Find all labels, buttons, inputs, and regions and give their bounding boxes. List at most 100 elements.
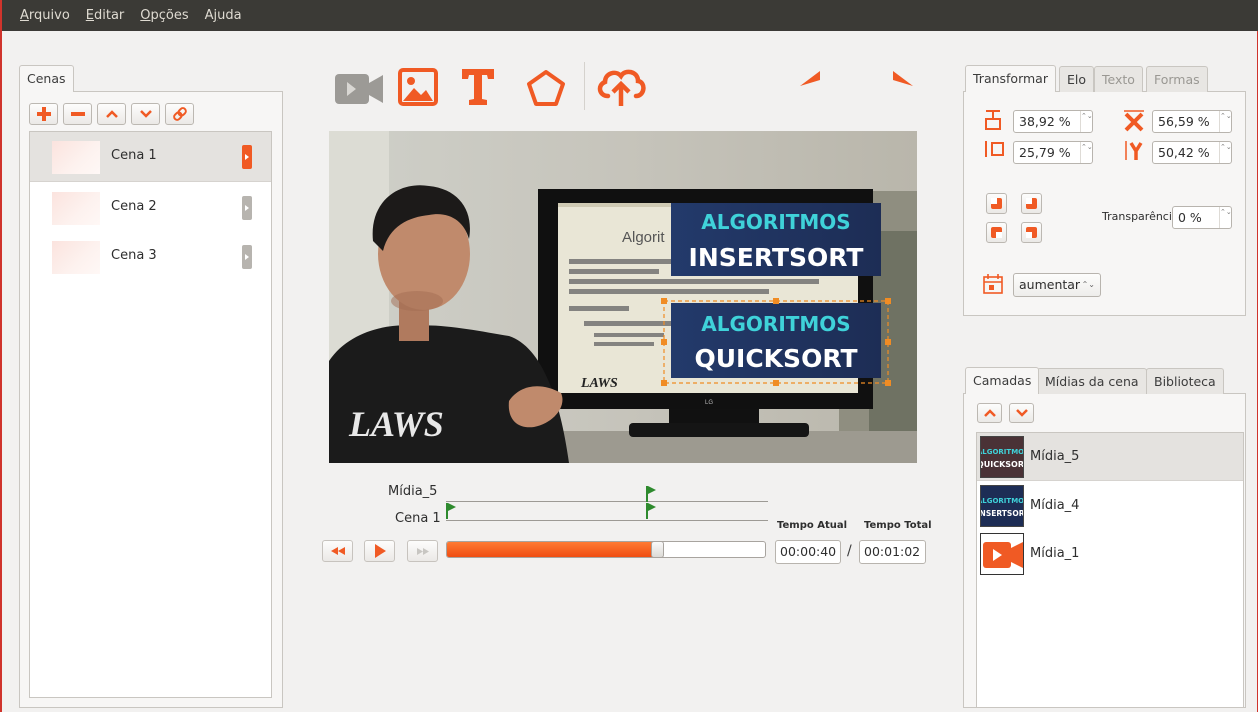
add-scene-button[interactable] — [29, 103, 58, 125]
layer-label: Mídia_4 — [1030, 498, 1080, 513]
fast-forward-icon — [416, 547, 429, 555]
height-input[interactable]: 25,79 % ⌃⌄ — [1013, 141, 1093, 164]
spin-arrows-icon[interactable]: ⌃⌄ — [1219, 111, 1232, 132]
width-input[interactable]: 38,92 % ⌃⌄ — [1013, 110, 1093, 133]
width-value: 38,92 % — [1019, 114, 1071, 129]
tab-formas: Formas — [1146, 66, 1208, 92]
remove-icon — [70, 112, 85, 116]
rewind-button[interactable] — [322, 540, 353, 562]
scene-item-2[interactable]: Cena 2 — [30, 183, 271, 233]
fast-forward-button[interactable] — [407, 540, 438, 562]
tab-transformar[interactable]: Transformar — [965, 65, 1056, 92]
spin-arrows-icon[interactable]: ⌃⌄ — [1080, 142, 1093, 163]
tab-biblioteca[interactable]: Biblioteca — [1146, 368, 1224, 394]
align-top-right-button[interactable] — [1021, 222, 1042, 243]
menu-item-editar[interactable]: Editar — [86, 8, 125, 23]
scene-expand-icon[interactable] — [242, 145, 252, 169]
undo-icon[interactable] — [800, 70, 850, 104]
slide-title: Algorit — [622, 229, 665, 246]
align-bottom-left-button[interactable] — [986, 193, 1007, 214]
spin-arrows-icon[interactable]: ⌃⌄ — [1080, 111, 1093, 132]
overlay-top-line1: ALGORITMOS — [701, 210, 850, 234]
move-scene-down-button[interactable] — [131, 103, 160, 125]
playback-progress-slider[interactable] — [446, 541, 766, 558]
move-scene-up-button[interactable] — [97, 103, 126, 125]
align-bottom-right-button[interactable] — [1021, 193, 1042, 214]
video-camera-icon — [981, 534, 1023, 574]
x-value: 56,59 % — [1158, 114, 1210, 129]
scene-thumbnail — [52, 192, 100, 225]
layer-thumbnail-image: ALGORITMOS INSERTSORT — [981, 486, 1023, 526]
app-window: Arquivo Editar Opções Ajuda Cenas Cena 1 Ce… — [0, 0, 1258, 712]
layer-label: Mídia_1 — [1030, 546, 1080, 561]
scene-item-3[interactable]: Cena 3 — [30, 232, 271, 282]
track-start-flag-icon[interactable] — [445, 503, 457, 519]
transparency-label: Transparência: — [1102, 210, 1183, 223]
layer-item-midia5[interactable]: ALGORITMOS QUICKSORT Mídia_5 — [977, 433, 1243, 481]
align-top-right-icon — [1026, 227, 1037, 238]
scene-expand-icon[interactable] — [242, 245, 252, 269]
layer-down-button[interactable] — [1009, 403, 1034, 423]
tab-midias-da-cena[interactable]: Mídias da cena — [1037, 368, 1147, 394]
transparency-input[interactable]: 0 % ⌃⌄ — [1172, 206, 1232, 229]
tab-camadas[interactable]: Camadas — [965, 367, 1040, 394]
video-frame: Algorit LAWS LG LAWS ALGORITMOS INSERTSO… — [329, 131, 917, 463]
track-marker-flag-icon[interactable] — [645, 486, 657, 502]
move-down-icon — [1015, 409, 1028, 417]
play-button[interactable] — [364, 540, 395, 562]
pentagon-shape-icon[interactable] — [526, 69, 566, 107]
remove-scene-button[interactable] — [63, 103, 92, 125]
y-value: 50,42 % — [1158, 145, 1210, 160]
link-icon — [172, 107, 187, 121]
scene-item-1[interactable]: Cena 1 — [30, 132, 271, 182]
cloud-upload-icon[interactable] — [596, 66, 646, 108]
image-icon[interactable] — [398, 68, 438, 106]
menu-item-arquivo[interactable]: Arquivo — [20, 8, 70, 23]
tab-cenas[interactable]: Cenas — [19, 65, 74, 92]
animation-select[interactable]: aumentar ⌃⌄ — [1013, 273, 1101, 297]
scene-label: Cena 1 — [111, 148, 157, 163]
menu-item-op-es[interactable]: Opções — [140, 8, 188, 23]
add-icon — [36, 107, 51, 121]
width-icon — [985, 110, 1001, 130]
tab-label: Formas — [1154, 72, 1200, 87]
y-position-input[interactable]: 50,42 % ⌃⌄ — [1152, 141, 1232, 164]
align-top-left-button[interactable] — [986, 222, 1007, 243]
animation-value: aumentar — [1019, 277, 1081, 292]
align-bottom-right-icon — [1026, 198, 1037, 209]
height-icon — [985, 141, 1004, 157]
redo-icon[interactable] — [863, 70, 913, 104]
total-time-field: 00:01:02 — [859, 540, 926, 564]
spin-arrows-icon[interactable]: ⌃⌄ — [1219, 207, 1232, 228]
spin-arrows-icon[interactable]: ⌃⌄ — [1219, 142, 1232, 163]
overlay-top-line2: INSERTSORT — [689, 243, 864, 272]
track-marker-flag-icon[interactable] — [645, 503, 657, 519]
x-position-input[interactable]: 56,59 % ⌃⌄ — [1152, 110, 1232, 133]
animation-calendar-icon — [983, 274, 1003, 294]
layer-thumbnail: ALGORITMOS INSERTSORT — [980, 485, 1024, 527]
layer-item-midia4[interactable]: ALGORITMOS INSERTSORT Mídia_4 — [977, 482, 1243, 530]
layer-up-button[interactable] — [977, 403, 1002, 423]
layer-thumbnail-image: ALGORITMOS QUICKSORT — [981, 437, 1023, 477]
scene-thumbnail — [52, 241, 100, 274]
move-up-icon — [983, 409, 996, 417]
y-position-icon — [1125, 141, 1143, 160]
move-down-icon — [139, 110, 152, 118]
link-scene-button[interactable] — [165, 103, 194, 125]
scene-expand-icon[interactable] — [242, 196, 252, 220]
x-position-icon — [1124, 110, 1144, 132]
scene-label: Cena 2 — [111, 199, 157, 214]
scene-thumbnail — [52, 141, 100, 174]
rewind-icon — [330, 547, 345, 555]
text-icon[interactable] — [461, 68, 495, 106]
align-bottom-left-icon — [991, 198, 1002, 209]
tab-label: Mídias da cena — [1045, 374, 1139, 389]
progress-handle[interactable] — [651, 542, 664, 557]
layer-item-midia1[interactable]: Mídia_1 — [977, 530, 1243, 578]
video-preview[interactable]: Algorit LAWS LG LAWS ALGORITMOS INSERTSO… — [329, 131, 917, 463]
menu-item-ajuda[interactable]: Ajuda — [205, 8, 242, 23]
tab-elo[interactable]: Elo — [1059, 66, 1095, 92]
track-line-midia5 — [446, 501, 768, 502]
current-time-field[interactable]: 00:00:40 — [775, 540, 841, 564]
video-camera-icon[interactable] — [335, 71, 385, 105]
